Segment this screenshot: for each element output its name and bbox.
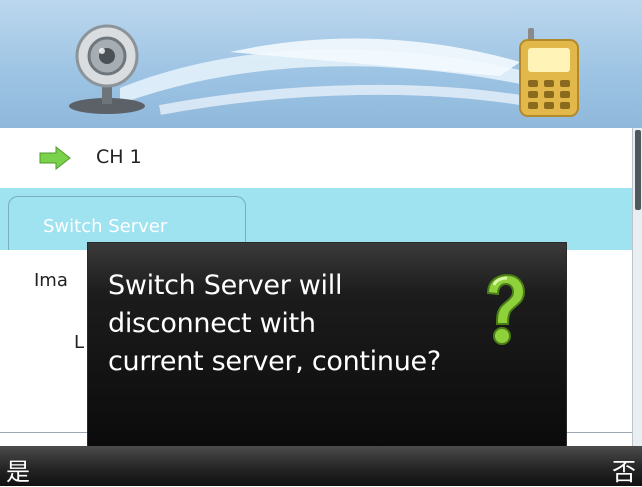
list-item-channel[interactable]: CH 1 (0, 128, 632, 189)
list-item-l-label: L (74, 332, 85, 353)
softkey-no[interactable]: 否 (612, 452, 636, 487)
mobile-phone-icon (519, 28, 579, 117)
softkey-bar: 是 否 (0, 446, 642, 486)
dialog-message: Switch Server will disconnect with curre… (108, 270, 441, 377)
tab-switch-server-label: Switch Server (43, 216, 168, 237)
confirm-dialog: Switch Server will disconnect with curre… (88, 243, 566, 446)
question-mark-icon (486, 273, 526, 345)
green-arrow-icon (39, 146, 71, 170)
softkey-yes[interactable]: 是 (6, 452, 30, 487)
list-item-image-label: Ima (34, 270, 68, 291)
header-banner (0, 0, 642, 128)
channel-label: CH 1 (96, 146, 142, 168)
scrollbar-thumb[interactable] (635, 130, 641, 210)
tab-strip: Switch Server (0, 188, 632, 251)
webcam-icon (69, 24, 145, 114)
